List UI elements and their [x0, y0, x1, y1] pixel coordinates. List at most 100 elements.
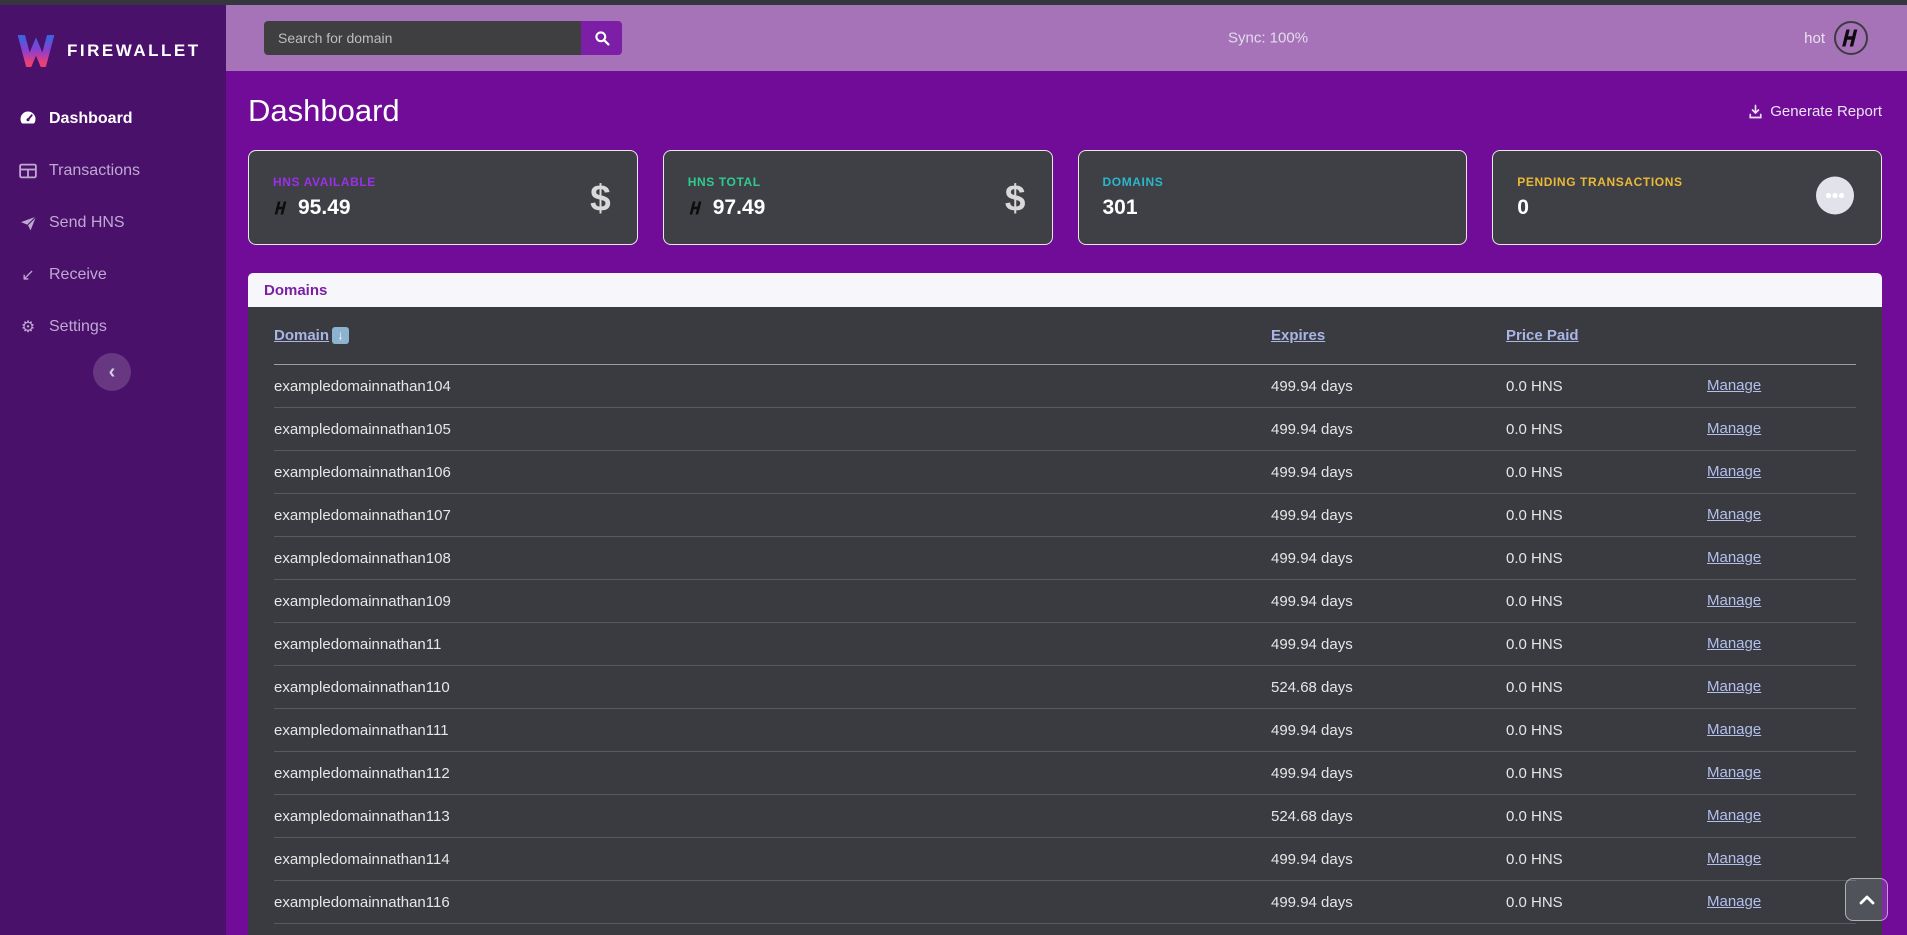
price-paid-cell: 0.0 HNS	[1506, 378, 1707, 395]
table-row: exampledomainnathan111 499.94 days 0.0 H…	[274, 709, 1856, 752]
table-row: exampledomainnathan116 499.94 days 0.0 H…	[274, 881, 1856, 924]
manage-link[interactable]: Manage	[1707, 377, 1761, 394]
price-paid-cell: 0.0 HNS	[1506, 421, 1707, 438]
page-title: Dashboard	[248, 93, 400, 129]
expires-cell: 499.94 days	[1271, 507, 1506, 524]
manage-link[interactable]: Manage	[1707, 463, 1761, 480]
expires-cell: 499.94 days	[1271, 765, 1506, 782]
price-paid-cell: 0.0 HNS	[1506, 808, 1707, 825]
domains-table: Domain↓ Expires Price Paid exampledomain…	[248, 307, 1882, 935]
column-sort-domain[interactable]: Domain↓	[274, 327, 349, 344]
sidebar-item-settings[interactable]: ⚙ Settings	[0, 301, 226, 353]
search-button[interactable]	[581, 21, 622, 55]
card-number: 95.49	[298, 196, 351, 220]
sidebar: FIREWALLET Dashboard Tran	[0, 5, 226, 935]
hns-coin-icon	[688, 200, 705, 216]
generate-report-button[interactable]: Generate Report	[1748, 103, 1882, 120]
card-label: HNS AVAILABLE	[273, 175, 637, 189]
card-number: 97.49	[713, 196, 766, 220]
manage-link[interactable]: Manage	[1707, 764, 1761, 781]
expires-cell: 499.94 days	[1271, 851, 1506, 868]
brand-name: FIREWALLET	[67, 41, 201, 61]
download-icon	[1748, 104, 1763, 119]
table-row: exampledomainnathan104 499.94 days 0.0 H…	[274, 365, 1856, 408]
column-label-domain: Domain	[274, 327, 329, 344]
window-title-strip	[0, 0, 1907, 5]
expires-cell: 499.94 days	[1271, 464, 1506, 481]
expires-cell: 499.94 days	[1271, 722, 1506, 739]
table-row: exampledomainnathan117 499.94 days 0.0 H…	[274, 924, 1856, 935]
manage-link[interactable]: Manage	[1707, 850, 1761, 867]
manage-link[interactable]: Manage	[1707, 893, 1761, 910]
column-sort-price[interactable]: Price Paid	[1506, 327, 1579, 344]
sort-descending-icon: ↓	[332, 327, 349, 344]
manage-link[interactable]: Manage	[1707, 506, 1761, 523]
price-paid-cell: 0.0 HNS	[1506, 507, 1707, 524]
wallet-name: hot	[1804, 30, 1825, 47]
column-label-price: Price Paid	[1506, 327, 1579, 344]
price-paid-cell: 0.0 HNS	[1506, 722, 1707, 739]
domain-name-cell: exampledomainnathan116	[274, 894, 1271, 911]
domain-name-cell: exampledomainnathan114	[274, 851, 1271, 868]
generate-report-label: Generate Report	[1770, 103, 1882, 120]
price-paid-cell: 0.0 HNS	[1506, 636, 1707, 653]
ellipsis-menu-button[interactable]	[1815, 175, 1855, 220]
price-paid-cell: 0.0 HNS	[1506, 679, 1707, 696]
expires-cell: 524.68 days	[1271, 679, 1506, 696]
table-row: exampledomainnathan106 499.94 days 0.0 H…	[274, 451, 1856, 494]
sidebar-item-label: Dashboard	[49, 110, 133, 128]
expires-cell: 499.94 days	[1271, 421, 1506, 438]
search-icon	[594, 30, 610, 46]
table-row: exampledomainnathan105 499.94 days 0.0 H…	[274, 408, 1856, 451]
sidebar-item-label: Transactions	[49, 162, 140, 180]
domain-name-cell: exampledomainnathan109	[274, 593, 1271, 610]
card-value: 97.49	[688, 196, 1052, 220]
card-value: 95.49	[273, 196, 637, 220]
manage-link[interactable]: Manage	[1707, 420, 1761, 437]
manage-link[interactable]: Manage	[1707, 592, 1761, 609]
table-row: exampledomainnathan110 524.68 days 0.0 H…	[274, 666, 1856, 709]
sidebar-item-receive[interactable]: ↙ Receive	[0, 249, 226, 301]
domain-name-cell: exampledomainnathan106	[274, 464, 1271, 481]
receive-arrow-icon: ↙	[18, 265, 38, 285]
gear-icon: ⚙	[18, 317, 38, 337]
price-paid-cell: 0.0 HNS	[1506, 464, 1707, 481]
price-paid-cell: 0.0 HNS	[1506, 894, 1707, 911]
expires-cell: 524.68 days	[1271, 808, 1506, 825]
sidebar-item-send-hns[interactable]: Send HNS	[0, 197, 226, 249]
manage-link[interactable]: Manage	[1707, 678, 1761, 695]
expires-cell: 499.94 days	[1271, 636, 1506, 653]
table-row: exampledomainnathan113 524.68 days 0.0 H…	[274, 795, 1856, 838]
manage-link[interactable]: Manage	[1707, 721, 1761, 738]
sidebar-item-dashboard[interactable]: Dashboard	[0, 93, 226, 145]
price-paid-cell: 0.0 HNS	[1506, 593, 1707, 610]
table-row: exampledomainnathan112 499.94 days 0.0 H…	[274, 752, 1856, 795]
chevron-left-icon: ‹	[109, 361, 116, 384]
manage-link[interactable]: Manage	[1707, 807, 1761, 824]
card-number: 0	[1517, 196, 1529, 220]
column-label-expires: Expires	[1271, 327, 1325, 344]
domain-name-cell: exampledomainnathan112	[274, 765, 1271, 782]
table-row: exampledomainnathan108 499.94 days 0.0 H…	[274, 537, 1856, 580]
card-label: HNS TOTAL	[688, 175, 1052, 189]
handshake-logo-icon	[1834, 21, 1868, 55]
price-paid-cell: 0.0 HNS	[1506, 765, 1707, 782]
dashboard-gauge-icon	[18, 110, 38, 128]
sidebar-collapse-button[interactable]: ‹	[93, 353, 131, 391]
scroll-to-top-button[interactable]	[1845, 878, 1888, 921]
sidebar-item-transactions[interactable]: Transactions	[0, 145, 226, 197]
domains-panel: Domains Domain↓ Expires Price Paid examp…	[248, 273, 1882, 935]
domains-panel-title: Domains	[248, 273, 1882, 307]
chevron-up-icon	[1859, 895, 1875, 905]
expires-cell: 499.94 days	[1271, 550, 1506, 567]
main-content: Dashboard Generate Report HNS AVAILABLE …	[226, 71, 1907, 935]
domain-search	[264, 21, 622, 55]
manage-link[interactable]: Manage	[1707, 549, 1761, 566]
sidebar-item-label: Settings	[49, 318, 107, 336]
manage-link[interactable]: Manage	[1707, 635, 1761, 652]
domain-name-cell: exampledomainnathan105	[274, 421, 1271, 438]
column-sort-expires[interactable]: Expires	[1271, 327, 1325, 344]
card-domains: DOMAINS 301	[1078, 150, 1468, 245]
search-input[interactable]	[264, 21, 581, 55]
price-paid-cell: 0.0 HNS	[1506, 550, 1707, 567]
